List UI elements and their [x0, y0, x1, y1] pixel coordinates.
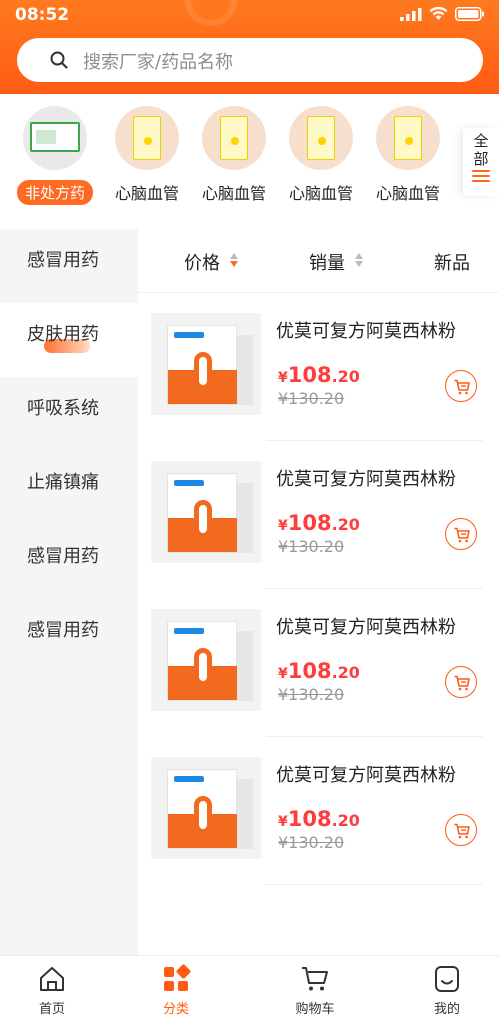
brand-item-1[interactable]: 心脑血管 — [107, 106, 187, 204]
product-card[interactable]: 优莫可复方阿莫西林粉 ¥108.20 ¥130.20 — [138, 441, 499, 589]
product-original-price: ¥130.20 — [278, 537, 345, 556]
category-sidebar: 感冒用药 皮肤用药 呼吸系统 止痛镇痛 感冒用药 感冒用药 — [0, 229, 138, 955]
search-input[interactable]: 搜索厂家/药品名称 — [83, 48, 233, 74]
product-image — [151, 757, 261, 859]
brand-image — [202, 106, 266, 170]
product-price: ¥108.20 — [278, 363, 360, 387]
header: 08:52 搜索厂家/药品名称 — [0, 0, 499, 94]
nav-tab-label: 分类 — [162, 1002, 189, 1017]
status-time: 08:52 — [15, 5, 70, 25]
nav-tab-label: 我的 — [433, 1002, 460, 1017]
bottom-nav: 首页 分类 购物车 我的 — [0, 955, 499, 1024]
signal-icon — [400, 8, 422, 21]
product-name: 优莫可复方阿莫西林粉 — [276, 617, 456, 638]
product-original-price: ¥130.20 — [278, 833, 345, 852]
sort-sales[interactable]: 销量 — [309, 249, 345, 275]
nav-tab-cart[interactable]: 购物车 — [275, 964, 355, 1017]
sort-new[interactable]: 新品 — [434, 249, 470, 275]
wifi-icon — [429, 6, 448, 20]
cart-icon — [454, 379, 470, 395]
product-price: ¥108.20 — [278, 807, 360, 831]
product-name: 优莫可复方阿莫西林粉 — [276, 321, 456, 342]
brand-item-0[interactable]: 非处方药 — [15, 106, 95, 205]
nav-tab-label: 购物车 — [295, 1002, 335, 1017]
brand-label: 心脑血管 — [288, 184, 353, 203]
sort-price[interactable]: 价格 — [184, 249, 220, 275]
nav-tab-label: 首页 — [38, 1002, 65, 1017]
battery-icon — [455, 7, 484, 21]
cart-icon — [454, 675, 470, 691]
search-icon — [50, 51, 68, 69]
add-to-cart-button[interactable] — [445, 518, 477, 550]
product-image — [151, 313, 261, 415]
sidebar-item-pain[interactable]: 止痛镇痛 — [0, 451, 138, 525]
product-original-price: ¥130.20 — [278, 389, 345, 408]
sort-sales-arrows-icon — [355, 251, 364, 269]
brand-image — [289, 106, 353, 170]
all-brands-label: 全部 — [473, 132, 489, 168]
brand-image — [376, 106, 440, 170]
sidebar-item-cold-2[interactable]: 感冒用药 — [0, 525, 138, 599]
sidebar-item-label: 皮肤用药 — [27, 324, 99, 345]
nav-tab-profile[interactable]: 我的 — [407, 964, 487, 1017]
add-to-cart-button[interactable] — [445, 666, 477, 698]
sidebar-item-label: 感冒用药 — [27, 546, 99, 567]
product-name: 优莫可复方阿莫西林粉 — [276, 765, 456, 786]
all-brands-button[interactable]: 全部 — [463, 128, 499, 196]
brand-item-3[interactable]: 心脑血管 — [281, 106, 361, 204]
sort-price-arrows-icon — [230, 251, 239, 269]
brand-image — [115, 106, 179, 170]
nav-tab-home[interactable]: 首页 — [12, 964, 92, 1017]
product-card[interactable]: 优莫可复方阿莫西林粉 ¥108.20 ¥130.20 — [138, 589, 499, 737]
brand-label: 心脑血管 — [114, 184, 179, 203]
brand-label: 心脑血管 — [201, 184, 266, 203]
brand-label: 非处方药 — [16, 180, 93, 205]
add-to-cart-button[interactable] — [445, 370, 477, 402]
cart-icon — [302, 967, 328, 991]
sidebar-item-label: 感冒用药 — [27, 620, 99, 641]
sidebar-item-cold[interactable]: 感冒用药 — [0, 229, 138, 303]
cart-icon — [454, 527, 470, 543]
brand-label: 心脑血管 — [375, 184, 440, 203]
profile-icon — [435, 966, 459, 992]
status-bar: 08:52 — [0, 0, 499, 32]
home-icon — [40, 967, 64, 991]
sidebar-item-respiratory[interactable]: 呼吸系统 — [0, 377, 138, 451]
brand-item-4[interactable]: 心脑血管 — [368, 106, 448, 204]
product-image — [151, 609, 261, 711]
brand-item-2[interactable]: 心脑血管 — [194, 106, 274, 204]
product-card[interactable]: 优莫可复方阿莫西林粉 ¥108.20 ¥130.20 — [138, 293, 499, 441]
brand-strip: 非处方药 心脑血管 心脑血管 心脑血管 心脑血管 全部 — [0, 94, 499, 222]
product-card[interactable]: 优莫可复方阿莫西林粉 ¥108.20 ¥130.20 — [138, 737, 499, 885]
product-price: ¥108.20 — [278, 511, 360, 535]
product-price: ¥108.20 — [278, 659, 360, 683]
add-to-cart-button[interactable] — [445, 814, 477, 846]
category-icon — [164, 964, 191, 991]
sort-bar: 价格 销量 新品 — [138, 229, 499, 293]
sidebar-item-label: 呼吸系统 — [27, 398, 99, 419]
product-image — [151, 461, 261, 563]
sidebar-item-skin[interactable]: 皮肤用药 — [0, 303, 138, 377]
brand-image — [23, 106, 87, 170]
cart-icon — [454, 823, 470, 839]
product-list: 优莫可复方阿莫西林粉 ¥108.20 ¥130.20 优莫可复方阿莫西林粉 ¥1… — [138, 293, 499, 885]
nav-tab-category[interactable]: 分类 — [136, 964, 216, 1017]
search-bar[interactable]: 搜索厂家/药品名称 — [17, 38, 483, 82]
sidebar-item-cold-3[interactable]: 感冒用药 — [0, 599, 138, 673]
product-name: 优莫可复方阿莫西林粉 — [276, 469, 456, 490]
sidebar-item-label: 止痛镇痛 — [27, 472, 99, 493]
menu-icon — [472, 170, 490, 184]
product-original-price: ¥130.20 — [278, 685, 345, 704]
sidebar-item-label: 感冒用药 — [27, 250, 99, 271]
